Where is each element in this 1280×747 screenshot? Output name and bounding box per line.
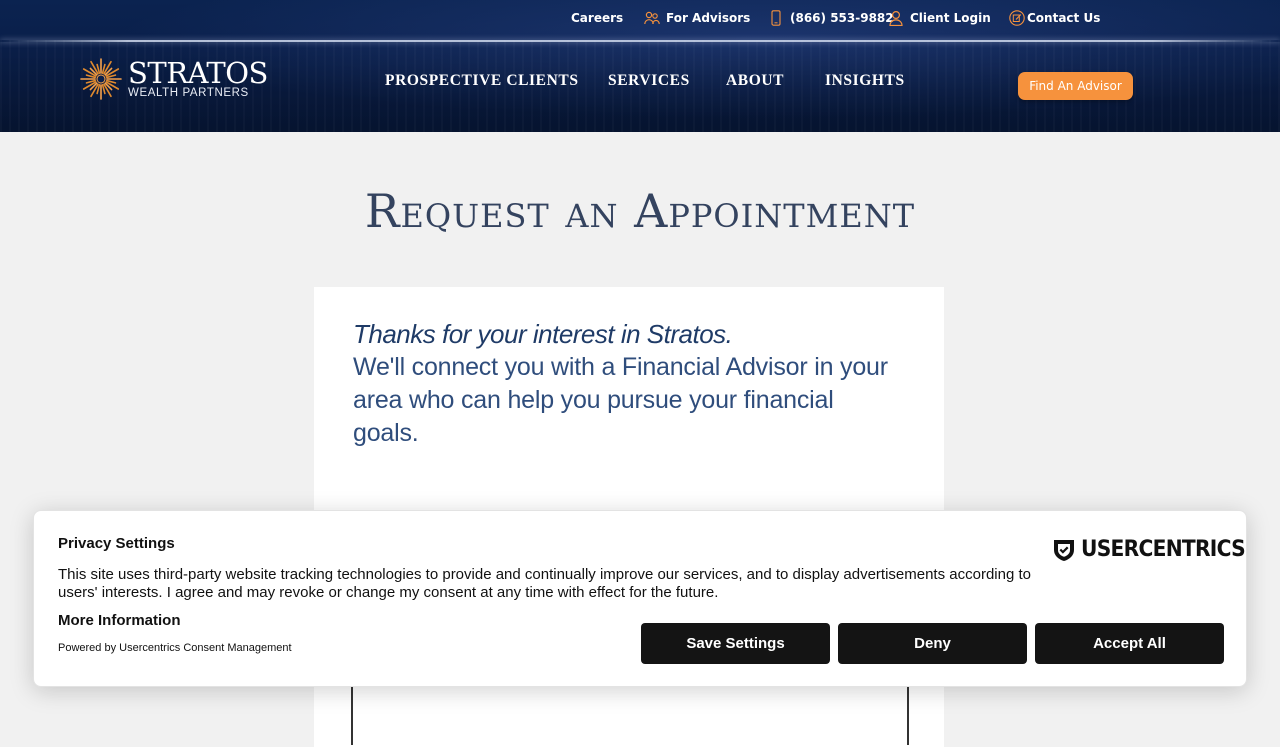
consent-title: Privacy Settings [58,535,175,552]
appointment-form-frame [351,685,909,745]
phone-link[interactable]: (866) 553-9882 [768,9,894,27]
contact-icon [1009,10,1025,26]
deny-button[interactable]: Deny [838,623,1027,664]
user-icon [888,10,904,26]
contact-us-link[interactable]: Contact Us [1009,9,1100,27]
site-header: Careers For Advisors (866) 553-9882 Clie… [0,0,1280,132]
find-an-advisor-button[interactable]: Find An Advisor [1018,72,1133,100]
careers-label: Careers [571,11,624,25]
consent-text: This site uses third-party website track… [58,566,1031,601]
careers-link[interactable]: Careers [571,9,623,27]
client-login-label: Client Login [910,11,991,25]
usercentrics-wordmark: USERCENTRICS [1081,537,1246,562]
card-lead-text: Thanks for your interest in Stratos. [353,319,733,349]
phone-label: (866) 553-9882 [790,11,894,25]
for-advisors-label: For Advisors [666,11,751,25]
powered-by-text: Powered by Usercentrics Consent Manageme… [58,642,292,654]
advisors-icon [644,10,660,26]
card-body-text: We'll connect you with a Financial Advis… [353,353,888,447]
page-title: Request an Appointment [364,184,916,238]
nav-prospective-clients[interactable]: PROSPECTIVE CLIENTS [385,72,579,90]
more-information-link[interactable]: More Information [58,612,181,629]
nav-about[interactable]: ABOUT [726,72,784,90]
header-divider [0,40,1280,42]
privacy-consent-banner: Privacy Settings This site uses third-pa… [33,510,1247,687]
nav-services[interactable]: SERVICES [608,72,690,90]
for-advisors-link[interactable]: For Advisors [644,9,750,27]
phone-icon [768,10,784,26]
save-settings-button[interactable]: Save Settings [641,623,830,664]
usercentrics-shield-icon [1052,538,1076,562]
usercentrics-logo: USERCENTRICS [1052,537,1259,562]
contact-us-label: Contact Us [1027,11,1101,25]
accept-all-button[interactable]: Accept All [1035,623,1224,664]
client-login-link[interactable]: Client Login [888,9,991,27]
nav-insights[interactable]: INSIGHTS [825,72,905,90]
utility-bar: Careers For Advisors (866) 553-9882 Clie… [0,0,1280,40]
